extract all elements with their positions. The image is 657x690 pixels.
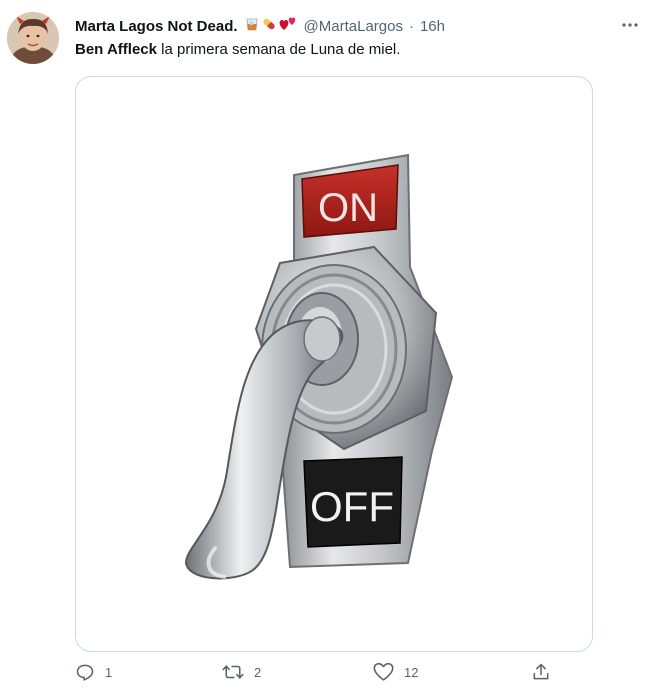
- on-label: ON: [318, 186, 378, 230]
- retweet-button[interactable]: 2: [222, 662, 261, 682]
- off-label: OFF: [310, 483, 394, 530]
- heart-icon: [373, 662, 394, 682]
- tweet-header: Marta Lagos Not Dead. @MartaLargos · 16h: [75, 16, 637, 36]
- dot-separator: ·: [408, 17, 414, 35]
- retweet-icon: [222, 662, 244, 682]
- reply-count: 1: [105, 664, 113, 680]
- like-button[interactable]: 12: [373, 662, 418, 682]
- tweet-text-body: la primera semana de Luna de miel.: [156, 41, 401, 58]
- display-name[interactable]: Marta Lagos Not Dead.: [75, 18, 238, 35]
- tumbler-glass-icon: [244, 16, 260, 36]
- tweet-text: Ben Affleck la primera semana de Luna de…: [75, 40, 400, 60]
- tweet[interactable]: Marta Lagos Not Dead. @MartaLargos · 16h…: [0, 0, 657, 686]
- avatar[interactable]: [7, 12, 59, 64]
- reply-icon: [75, 662, 95, 682]
- share-icon: [531, 662, 551, 682]
- more-icon[interactable]: [619, 14, 641, 36]
- like-count: 12: [404, 664, 419, 680]
- name-emojis: [244, 16, 298, 36]
- two-hearts-icon: [278, 16, 298, 36]
- retweet-count: 2: [254, 664, 262, 680]
- reply-button[interactable]: 1: [75, 662, 112, 682]
- handle[interactable]: @MartaLargos: [304, 18, 403, 35]
- toggle-switch-illustration: ON OFF: [184, 153, 454, 580]
- tweet-image[interactable]: ON OFF: [75, 76, 593, 652]
- share-button[interactable]: [531, 662, 551, 682]
- timestamp[interactable]: 16h: [420, 18, 445, 35]
- pill-icon: [261, 16, 277, 36]
- tweet-text-mention: Ben Affleck: [75, 41, 157, 58]
